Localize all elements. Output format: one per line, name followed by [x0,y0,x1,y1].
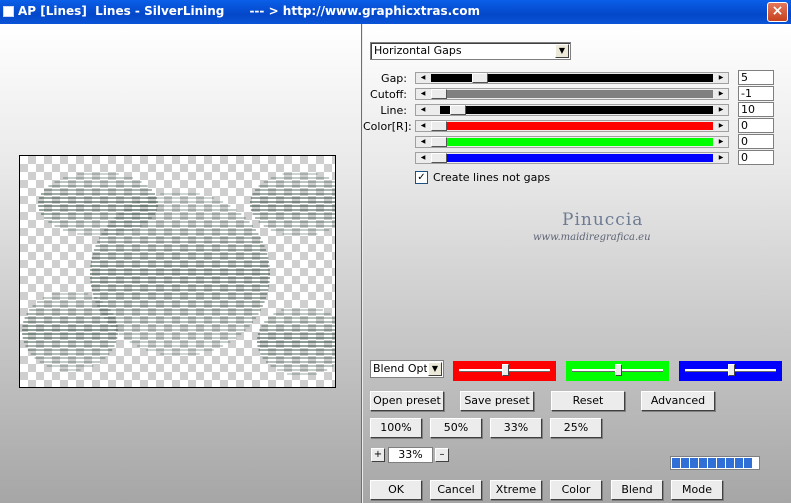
cutoff-slider[interactable]: ◀ ▶ [415,88,729,100]
color-b-value-field[interactable]: 0 [738,150,774,165]
zoom-50-button[interactable]: 50% [430,418,482,438]
arrow-right-icon[interactable]: ▶ [714,137,728,147]
blend-options-dropdown[interactable]: Blend Options ▼ [370,360,444,378]
color-r-slider[interactable]: ◀ ▶ [415,120,729,132]
zoom-in-button[interactable]: + [371,448,385,462]
red-blend-slider[interactable] [453,361,556,381]
arrow-left-icon[interactable]: ◀ [416,105,430,115]
color-g-slider-track [431,138,713,146]
arrow-left-icon[interactable]: ◀ [416,73,430,83]
cutoff-value-field[interactable]: -1 [738,86,774,101]
progress-indicator [670,456,760,470]
blend-button[interactable]: Blend [611,480,663,500]
close-icon: × [771,3,784,19]
arrow-right-icon[interactable]: ▶ [714,105,728,115]
color-r-label: Color[R]: [363,120,412,133]
gap-value-field[interactable]: 5 [738,70,774,85]
color-r-value-field[interactable]: 0 [738,118,774,133]
gap-slider[interactable]: ◀ ▶ [415,72,729,84]
arrow-right-icon[interactable]: ▶ [714,73,728,83]
window-icon [3,6,14,17]
progress-segment [735,458,743,468]
color-r-slider-thumb[interactable] [431,121,447,131]
line-slider-track [439,106,713,114]
create-lines-checkbox[interactable]: ✓ [415,171,428,184]
ok-button[interactable]: OK [370,480,422,500]
zoom-level-field[interactable]: 33% [388,447,433,463]
arrow-left-icon[interactable]: ◀ [416,153,430,163]
progress-segment [699,458,707,468]
chevron-down-icon[interactable]: ▼ [428,362,442,376]
create-lines-label: Create lines not gaps [433,171,551,184]
gap-label: Gap: [381,72,407,85]
progress-segment [672,458,680,468]
arrow-left-icon[interactable]: ◀ [416,89,430,99]
green-blend-slider[interactable] [566,361,669,381]
title-bar: AP [Lines] Lines - SilverLining --- > ht… [0,0,791,24]
mode-dropdown-value: Horizontal Gaps [374,44,462,57]
save-preset-button[interactable]: Save preset [460,391,534,411]
watermark-url: www.maidiregrafica.eu [533,232,651,243]
cancel-button[interactable]: Cancel [430,480,482,500]
line-value-field[interactable]: 10 [738,102,774,117]
mode-dropdown[interactable]: Horizontal Gaps ▼ [370,42,571,60]
progress-segment [717,458,725,468]
blend-options-value: Blend Options [373,362,427,375]
progress-segment [681,458,689,468]
arrow-right-icon[interactable]: ▶ [714,89,728,99]
xtreme-button[interactable]: Xtreme [490,480,542,500]
arrow-left-icon[interactable]: ◀ [416,137,430,147]
gap-slider-thumb[interactable] [472,73,489,83]
cutoff-slider-track [431,90,713,98]
zoom-33-button[interactable]: 33% [490,418,542,438]
cutoff-label: Cutoff: [370,88,407,101]
green-blend-thumb[interactable] [614,364,622,376]
progress-segment [744,458,752,468]
chevron-down-icon[interactable]: ▼ [555,44,569,58]
line-slider-thumb[interactable] [449,105,466,115]
zoom-out-button[interactable]: – [435,448,449,462]
watermark-name: Pinuccia [562,210,644,230]
zoom-100-button[interactable]: 100% [370,418,422,438]
zoom-25-button[interactable]: 25% [550,418,602,438]
preview-lines [22,173,335,375]
arrow-right-icon[interactable]: ▶ [714,121,728,131]
color-b-slider-track [431,154,713,162]
color-g-value-field[interactable]: 0 [738,134,774,149]
advanced-button[interactable]: Advanced [641,391,715,411]
red-blend-thumb[interactable] [501,364,509,376]
progress-segment [708,458,716,468]
open-preset-button[interactable]: Open preset [370,391,444,411]
arrow-left-icon[interactable]: ◀ [416,121,430,131]
reset-button[interactable]: Reset [551,391,625,411]
line-slider[interactable]: ◀ ▶ [415,104,729,116]
cutoff-slider-thumb[interactable] [431,89,447,99]
arrow-right-icon[interactable]: ▶ [714,153,728,163]
blue-blend-thumb[interactable] [727,364,735,376]
mode-button[interactable]: Mode [671,480,723,500]
color-b-slider[interactable]: ◀ ▶ [415,152,729,164]
progress-segment [726,458,734,468]
preview-canvas[interactable] [19,155,336,388]
close-button[interactable]: × [767,2,788,22]
blue-blend-slider[interactable] [679,361,782,381]
color-g-slider[interactable]: ◀ ▶ [415,136,729,148]
color-r-slider-track [431,122,713,130]
plugin-window: AP [Lines] Lines - SilverLining --- > ht… [0,0,791,503]
line-label: Line: [380,104,407,117]
progress-segment [690,458,698,468]
window-title: AP [Lines] Lines - SilverLining --- > ht… [18,4,481,18]
color-button[interactable]: Color [550,480,602,500]
color-b-slider-thumb[interactable] [431,153,447,163]
color-g-slider-thumb[interactable] [431,137,447,147]
